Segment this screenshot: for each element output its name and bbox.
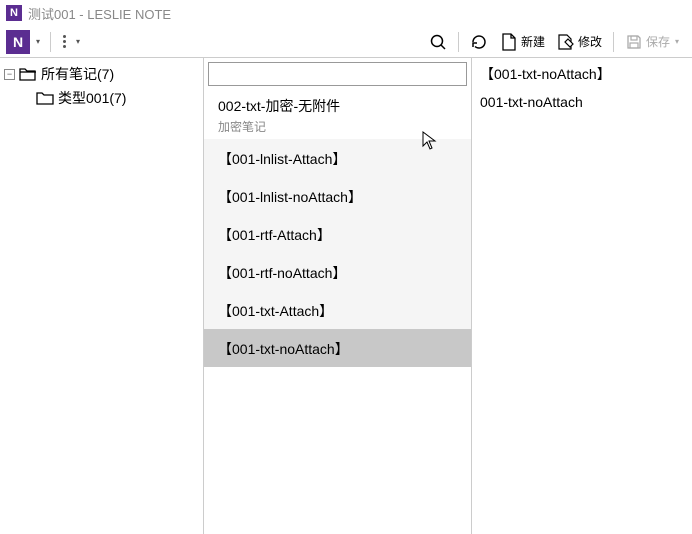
save-label: 保存 (646, 33, 670, 50)
note-title: 【001-lnlist-noAttach】 (218, 187, 457, 207)
new-label: 新建 (521, 33, 545, 50)
edit-icon (557, 33, 575, 51)
separator (50, 32, 51, 52)
edit-label: 修改 (578, 33, 602, 50)
separator (458, 32, 459, 52)
note-title: 【001-lnlist-Attach】 (218, 149, 457, 169)
list-item[interactable]: 【001-txt-Attach】 (204, 291, 471, 329)
new-file-icon (500, 33, 518, 51)
titlebar: N 测试001 - LESLIE NOTE (0, 0, 692, 26)
list-empty-area (204, 367, 471, 534)
refresh-button[interactable] (465, 30, 493, 54)
refresh-icon (470, 33, 488, 51)
chevron-down-icon[interactable]: ▾ (74, 37, 82, 46)
note-title: 【001-txt-Attach】 (218, 301, 457, 321)
folder-icon (36, 89, 54, 107)
list-item-selected[interactable]: 【001-txt-noAttach】 (204, 329, 471, 367)
tree-child-label: 类型001(7) (58, 88, 126, 108)
menu-dots-icon[interactable] (59, 35, 70, 48)
tree-root[interactable]: − 所有笔记(7) (0, 62, 203, 86)
edit-button[interactable]: 修改 (552, 30, 607, 54)
app-icon: N (6, 5, 22, 21)
list-item[interactable]: 【001-lnlist-noAttach】 (204, 177, 471, 215)
note-list: 002-txt-加密-无附件 加密笔记 【001-lnlist-Attach】 … (204, 88, 471, 534)
search-container (208, 62, 467, 86)
sidebar: − 所有笔记(7) 类型001(7) (0, 58, 204, 534)
list-item[interactable]: 【001-lnlist-Attach】 (204, 139, 471, 177)
folder-open-icon (19, 65, 37, 83)
note-subtitle: 加密笔记 (218, 118, 457, 135)
note-title: 【001-rtf-Attach】 (218, 225, 457, 245)
note-title: 002-txt-加密-无附件 (218, 96, 457, 116)
new-button[interactable]: 新建 (495, 30, 550, 54)
toolbar: N ▾ ▾ 新建 修改 (0, 26, 692, 58)
search-input[interactable] (208, 62, 467, 86)
content-panel: 【001-txt-noAttach】 001-txt-noAttach (472, 58, 692, 534)
content-title: 【001-txt-noAttach】 (480, 62, 684, 90)
window-title: 测试001 - LESLIE NOTE (28, 4, 171, 23)
note-list-panel: 002-txt-加密-无附件 加密笔记 【001-lnlist-Attach】 … (204, 58, 472, 534)
list-item[interactable]: 002-txt-加密-无附件 加密笔记 (204, 88, 471, 139)
note-title: 【001-rtf-noAttach】 (218, 263, 457, 283)
main-area: − 所有笔记(7) 类型001(7) 002-txt-加密-无附件 加密笔记 【… (0, 58, 692, 534)
search-icon (429, 33, 447, 51)
content-body: 001-txt-noAttach (480, 90, 684, 110)
tree-root-label: 所有笔记(7) (41, 64, 114, 84)
separator (613, 32, 614, 52)
collapse-icon[interactable]: − (4, 69, 15, 80)
list-item[interactable]: 【001-rtf-Attach】 (204, 215, 471, 253)
list-item[interactable]: 【001-rtf-noAttach】 (204, 253, 471, 291)
save-icon (625, 33, 643, 51)
logo-icon[interactable]: N (6, 30, 30, 54)
chevron-down-icon: ▾ (673, 37, 681, 46)
search-button[interactable] (424, 30, 452, 54)
note-title: 【001-txt-noAttach】 (218, 339, 457, 359)
tree-child[interactable]: 类型001(7) (0, 86, 203, 110)
chevron-down-icon[interactable]: ▾ (34, 37, 42, 46)
save-button[interactable]: 保存 ▾ (620, 30, 686, 54)
